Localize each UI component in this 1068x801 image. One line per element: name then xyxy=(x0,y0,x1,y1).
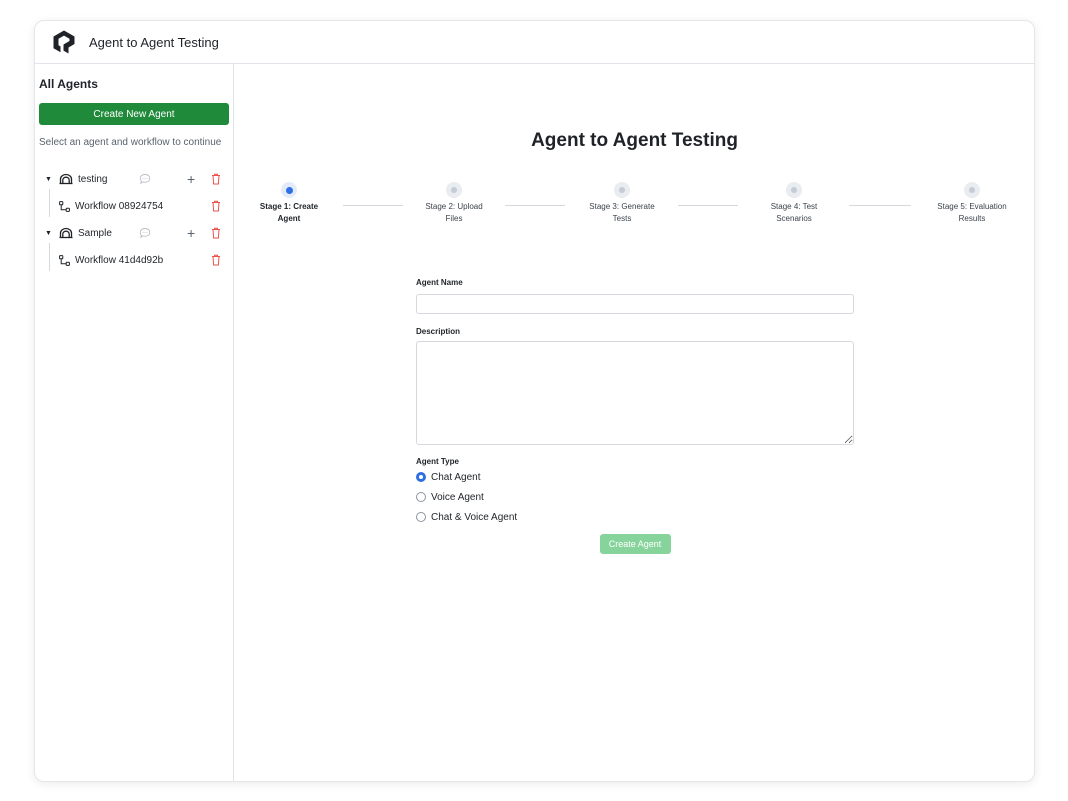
agent-item-sample[interactable]: ▼ Sample + xyxy=(39,224,229,242)
step-3-generate-tests[interactable]: Stage 3: Generate Tests xyxy=(577,182,667,225)
app-title: Agent to Agent Testing xyxy=(89,34,219,50)
step-label: Stage 3: Generate Tests xyxy=(589,202,655,223)
radio-label: Voice Agent xyxy=(431,491,484,503)
workflow-label: Workflow 41d4d92b xyxy=(75,254,164,266)
step-label: Stage 4: Test Scenarios xyxy=(770,202,818,223)
agent-item-testing[interactable]: ▼ testing + xyxy=(39,170,229,188)
radio-button[interactable] xyxy=(416,512,426,522)
sidebar-hint: Select an agent and workflow to continue xyxy=(39,137,222,148)
agent-name-label: Agent Name xyxy=(416,278,463,287)
radio-option-chat-voice-agent[interactable]: Chat & Voice Agent xyxy=(416,507,854,527)
step-label: Stage 2: Upload Files xyxy=(425,202,483,223)
agent-tree: ▼ testing + Workflow 08924754 ▼ Sample +… xyxy=(39,170,229,271)
radio-button[interactable] xyxy=(416,492,426,502)
radio-button-checked[interactable] xyxy=(416,472,426,482)
step-indicator xyxy=(281,182,297,198)
delete-workflow-icon[interactable] xyxy=(211,254,221,266)
workflow-route-icon xyxy=(59,200,70,212)
caret-down-icon[interactable]: ▼ xyxy=(45,176,55,183)
step-label: Stage 5: Evaluation Results xyxy=(937,202,1007,223)
workflow-item[interactable]: Workflow 41d4d92b xyxy=(39,243,229,271)
workflow-route-icon xyxy=(59,254,70,266)
radio-option-chat-agent[interactable]: Chat Agent xyxy=(416,467,854,487)
step-4-test-scenarios[interactable]: Stage 4: Test Scenarios xyxy=(749,182,839,225)
workflow-label: Workflow 08924754 xyxy=(75,200,164,212)
step-indicator xyxy=(786,182,802,198)
app-window: Agent to Agent Testing All Agents Create… xyxy=(34,20,1035,782)
step-connector xyxy=(343,205,403,206)
tree-connector-line xyxy=(49,243,50,271)
agent-name-input[interactable] xyxy=(416,294,854,314)
step-indicator xyxy=(964,182,980,198)
agent-robot-icon xyxy=(59,227,73,239)
sidebar-title: All Agents xyxy=(39,77,98,91)
radio-label: Chat Agent xyxy=(431,471,481,483)
delete-agent-icon[interactable] xyxy=(211,173,221,185)
chat-bubble-icon[interactable] xyxy=(139,227,151,239)
step-2-upload-files[interactable]: Stage 2: Upload Files xyxy=(409,182,499,225)
radio-label: Chat & Voice Agent xyxy=(431,511,518,523)
chat-bubble-icon[interactable] xyxy=(139,173,151,185)
radio-option-voice-agent[interactable]: Voice Agent xyxy=(416,487,854,507)
description-textarea[interactable] xyxy=(416,341,854,445)
delete-agent-icon[interactable] xyxy=(211,227,221,239)
add-workflow-icon[interactable]: + xyxy=(187,225,195,241)
create-agent-submit-button[interactable]: Create Agent xyxy=(599,534,671,554)
step-connector xyxy=(678,205,738,206)
create-agent-form: Agent Name Description Agent Type Chat A… xyxy=(416,272,854,554)
description-label: Description xyxy=(416,327,461,336)
agent-label: testing xyxy=(78,173,108,185)
stage-stepper: Stage 1: Create Agent Stage 2: Upload File… xyxy=(235,182,1034,242)
agent-type-label: Agent Type xyxy=(416,457,459,466)
step-label: Stage 1: Create Agent xyxy=(259,202,319,223)
add-workflow-icon[interactable]: + xyxy=(187,171,195,187)
page-title: Agent to Agent Testing xyxy=(531,130,738,151)
tree-connector-line xyxy=(49,189,50,217)
app-logo-icon xyxy=(53,30,75,54)
sidebar: All Agents Create New Agent Select an ag… xyxy=(35,64,234,781)
top-bar: Agent to Agent Testing xyxy=(35,21,1034,64)
step-connector xyxy=(505,205,565,206)
workflow-item[interactable]: Workflow 08924754 xyxy=(39,189,229,217)
delete-workflow-icon[interactable] xyxy=(211,200,221,212)
agent-label: Sample xyxy=(78,227,112,239)
step-indicator xyxy=(614,182,630,198)
step-indicator xyxy=(446,182,462,198)
step-connector xyxy=(849,205,911,206)
agent-robot-icon xyxy=(59,173,73,185)
agent-type-radio-group: Chat Agent Voice Agent Chat & Voice Agen… xyxy=(416,467,854,527)
caret-down-icon[interactable]: ▼ xyxy=(45,230,55,237)
step-5-evaluation-results[interactable]: Stage 5: Evaluation Results xyxy=(927,182,1017,225)
step-1-create-agent[interactable]: Stage 1: Create Agent xyxy=(244,182,334,225)
main-content: Agent to Agent Testing Stage 1: Create Ag… xyxy=(235,64,1034,781)
create-new-agent-button[interactable]: Create New Agent xyxy=(39,103,229,125)
